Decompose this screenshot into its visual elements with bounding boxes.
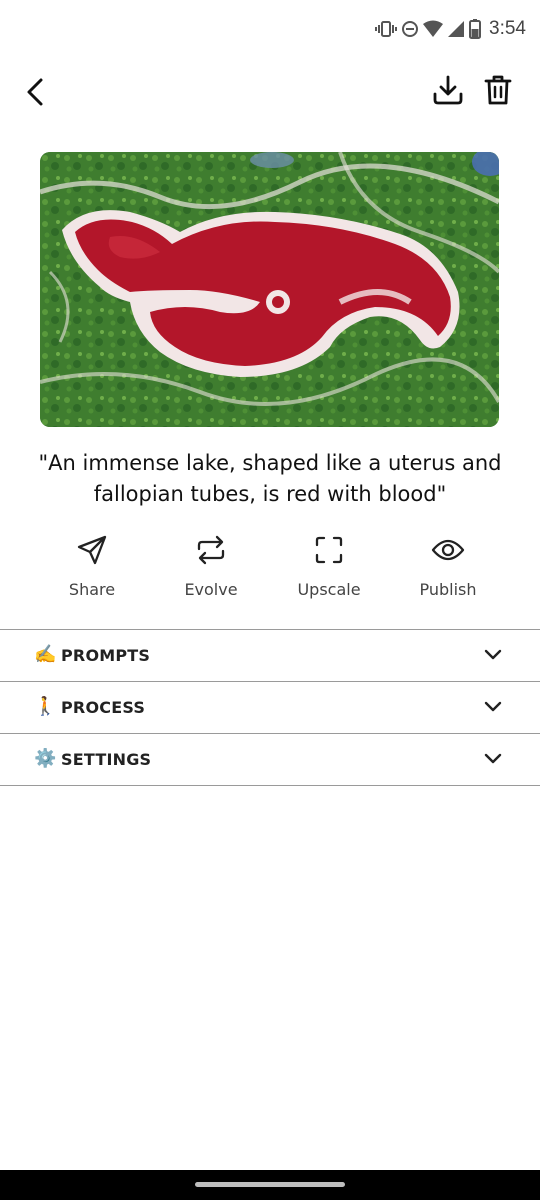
vibrate-icon [375, 19, 398, 39]
share-button[interactable]: Share [37, 530, 147, 610]
upscale-button[interactable]: Upscale [274, 530, 384, 610]
generated-image[interactable] [40, 152, 499, 427]
details-accordion: ✍️ PROMPTS 🚶 PROCESS ⚙️ SETTINGS [0, 629, 540, 786]
section-settings[interactable]: ⚙️ SETTINGS [0, 734, 540, 786]
back-button[interactable] [14, 72, 58, 116]
gear-icon: ⚙️ [34, 748, 57, 769]
share-label: Share [68, 580, 116, 599]
walking-person-icon: 🚶 [34, 696, 57, 717]
expand-frame-icon [274, 530, 384, 570]
image-prompt-caption: "An immense lake, shaped like a uterus a… [38, 451, 502, 506]
send-icon [37, 530, 147, 570]
writing-hand-icon: ✍️ [34, 644, 57, 665]
trash-icon [484, 74, 512, 110]
eye-icon [393, 530, 503, 570]
delete-button[interactable] [476, 70, 520, 114]
section-process[interactable]: 🚶 PROCESS [0, 682, 540, 734]
upscale-label: Upscale [297, 580, 361, 599]
evolve-label: Evolve [184, 580, 238, 599]
evolve-button[interactable]: Evolve [156, 530, 266, 610]
section-title: PROMPTS [61, 646, 151, 665]
back-arrow-icon [23, 77, 49, 111]
top-app-bar [0, 70, 540, 118]
status-time: 3:54 [489, 18, 526, 39]
publish-button[interactable]: Publish [393, 530, 503, 610]
section-title: SETTINGS [61, 750, 152, 769]
repeat-icon [156, 530, 266, 570]
battery-icon [469, 19, 482, 39]
wifi-icon [423, 20, 444, 38]
section-title: PROCESS [61, 698, 146, 717]
signal-icon [447, 20, 465, 38]
section-prompts[interactable]: ✍️ PROMPTS [0, 630, 540, 682]
status-bar: 3:54 [0, 0, 540, 60]
action-bar: Share Evolve Upscale Publish [0, 530, 540, 610]
status-icons: 3:54 [375, 18, 526, 40]
chevron-down-icon[interactable] [484, 646, 502, 665]
home-gesture-handle[interactable] [195, 1182, 345, 1187]
download-button[interactable] [426, 70, 470, 114]
chevron-down-icon[interactable] [484, 750, 502, 769]
do-not-disturb-icon [401, 20, 419, 38]
system-navigation-bar [0, 1170, 540, 1200]
download-icon [432, 74, 464, 110]
chevron-down-icon[interactable] [484, 698, 502, 717]
publish-label: Publish [419, 580, 477, 599]
